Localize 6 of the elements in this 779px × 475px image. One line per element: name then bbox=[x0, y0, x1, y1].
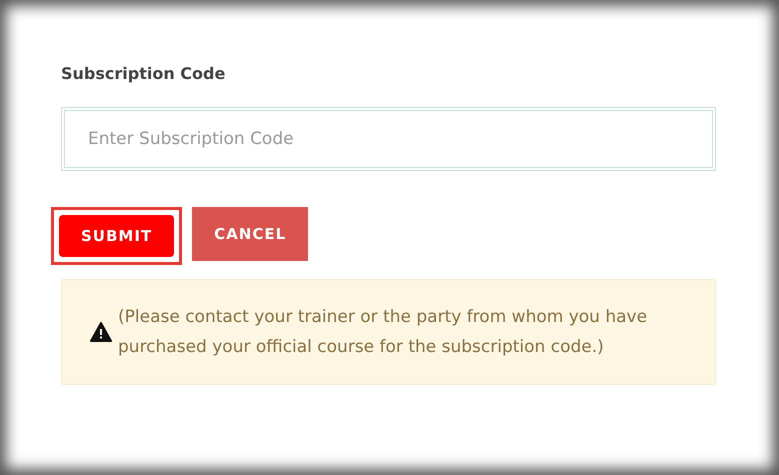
subscription-code-field[interactable]: Enter Subscription Code bbox=[61, 107, 716, 171]
notice-text: (Please contact your trainer or the party from whom you have purchased your official course for the subscription code.) bbox=[118, 306, 648, 359]
field-label: Subscription Code bbox=[61, 64, 226, 83]
cancel-button[interactable]: CANCEL bbox=[192, 207, 308, 261]
submit-button[interactable]: SUBMIT bbox=[59, 215, 174, 257]
warning-icon bbox=[90, 322, 112, 342]
